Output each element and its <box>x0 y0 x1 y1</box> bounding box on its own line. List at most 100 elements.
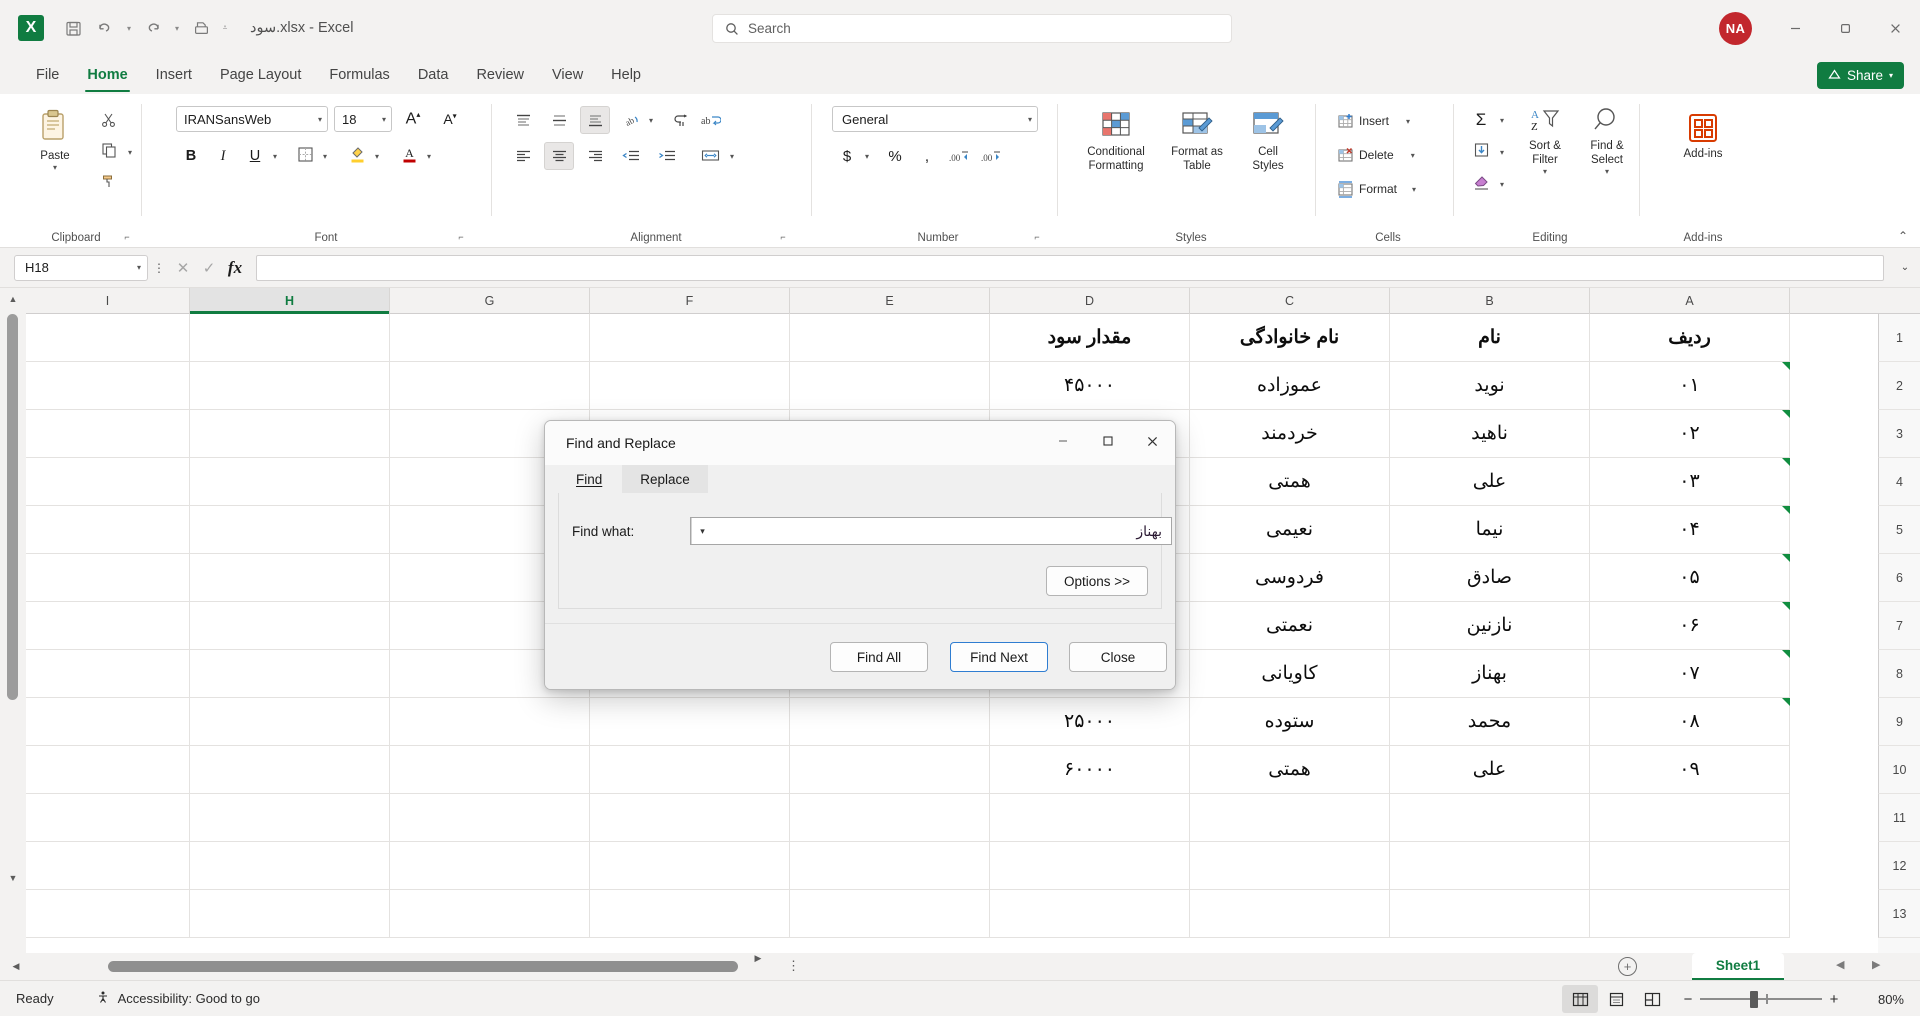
paste-button[interactable]: Paste ▾ <box>24 108 86 173</box>
merge-caret-icon[interactable]: ▾ <box>724 142 740 170</box>
page-layout-view-icon[interactable] <box>1598 985 1634 1013</box>
font-size-select[interactable]: 18 ▾ <box>334 106 392 132</box>
cell-I11[interactable] <box>26 794 190 842</box>
cell-G10[interactable] <box>390 746 590 794</box>
underline-button[interactable]: U <box>240 142 270 170</box>
row-header-8[interactable]: 8 <box>1878 650 1920 698</box>
cell-H13[interactable] <box>190 890 390 938</box>
row-header-12[interactable]: 12 <box>1878 842 1920 890</box>
sheet-tab-sheet1[interactable]: Sheet1 <box>1692 953 1784 980</box>
cell-H9[interactable] <box>190 698 390 746</box>
restore-icon[interactable] <box>1820 9 1870 47</box>
orientation-button[interactable]: ab <box>616 106 646 134</box>
cell-D1[interactable]: مقدار سود <box>990 314 1190 362</box>
column-header-h[interactable]: H <box>190 288 390 314</box>
font-dialog-launcher[interactable]: ⌐ <box>454 230 468 244</box>
column-header-d[interactable]: D <box>990 288 1190 314</box>
cell-A2[interactable]: ۰۱ <box>1590 362 1790 410</box>
decrease-indent-button[interactable] <box>616 142 646 170</box>
copy-button[interactable] <box>94 138 124 166</box>
cell-B4[interactable]: علی <box>1390 458 1590 506</box>
row-header-11[interactable]: 11 <box>1878 794 1920 842</box>
format-as-table-button[interactable]: Format as Table <box>1162 108 1232 173</box>
cell-C11[interactable] <box>1190 794 1390 842</box>
cell-I7[interactable] <box>26 602 190 650</box>
cell-A13[interactable] <box>1590 890 1790 938</box>
maximize-icon[interactable] <box>1085 421 1130 461</box>
format-cells-button[interactable]: Format ▾ <box>1334 176 1419 202</box>
cell-H7[interactable] <box>190 602 390 650</box>
cell-G9[interactable] <box>390 698 590 746</box>
cell-B1[interactable]: نام <box>1390 314 1590 362</box>
cell-C8[interactable]: کاویانی <box>1190 650 1390 698</box>
borders-button[interactable] <box>290 142 320 170</box>
avatar[interactable]: NA <box>1719 11 1752 45</box>
zoom-out-button[interactable]: − <box>1676 991 1700 1008</box>
cell-C3[interactable]: خردمند <box>1190 410 1390 458</box>
add-sheet-button[interactable]: + <box>1618 957 1637 976</box>
cell-D9[interactable]: ۲۵۰۰۰ <box>990 698 1190 746</box>
insert-function-icon[interactable]: fx <box>222 254 248 282</box>
tab-file[interactable]: File <box>22 56 73 94</box>
cell-B11[interactable] <box>1390 794 1590 842</box>
row-header-2[interactable]: 2 <box>1878 362 1920 410</box>
cell-H1[interactable] <box>190 314 390 362</box>
row-header-1[interactable]: 1 <box>1878 314 1920 362</box>
cell-C7[interactable]: نعمتی <box>1190 602 1390 650</box>
cell-B6[interactable]: صادق <box>1390 554 1590 602</box>
cut-button[interactable] <box>94 108 124 136</box>
cell-C9[interactable]: ستوده <box>1190 698 1390 746</box>
previous-sheet-icon[interactable]: ◀ <box>1836 958 1844 971</box>
tab-replace[interactable]: Replace <box>622 465 708 493</box>
cell-E9[interactable] <box>790 698 990 746</box>
decrease-font-size-button[interactable]: A▾ <box>435 105 465 133</box>
cell-G2[interactable] <box>390 362 590 410</box>
row-header-3[interactable]: 3 <box>1878 410 1920 458</box>
cell-A1[interactable]: ردیف <box>1590 314 1790 362</box>
fill-caret-icon[interactable]: ▾ <box>1494 138 1510 166</box>
dialog-title-bar[interactable]: Find and Replace <box>545 421 1175 465</box>
column-header-g[interactable]: G <box>390 288 590 314</box>
autosum-caret-icon[interactable]: ▾ <box>1494 106 1510 134</box>
cell-B8[interactable]: بهناز <box>1390 650 1590 698</box>
redo-icon[interactable] <box>138 13 168 43</box>
cell-H3[interactable] <box>190 410 390 458</box>
column-header-i[interactable]: I <box>26 288 190 314</box>
cell-B2[interactable]: نوید <box>1390 362 1590 410</box>
autosum-button[interactable]: Σ <box>1466 106 1496 134</box>
align-middle-button[interactable] <box>544 106 574 134</box>
tab-data[interactable]: Data <box>404 56 463 94</box>
cell-F11[interactable] <box>590 794 790 842</box>
cell-H8[interactable] <box>190 650 390 698</box>
cell-I4[interactable] <box>26 458 190 506</box>
increase-font-size-button[interactable]: A▴ <box>398 105 428 133</box>
cell-C2[interactable]: عموزاده <box>1190 362 1390 410</box>
save-icon[interactable] <box>58 13 88 43</box>
clear-button[interactable] <box>1466 170 1496 198</box>
column-header-b[interactable]: B <box>1390 288 1590 314</box>
cell-A12[interactable] <box>1590 842 1790 890</box>
name-box-caret-icon[interactable]: ▾ <box>137 263 141 272</box>
borders-caret-icon[interactable]: ▾ <box>317 142 333 170</box>
cell-F13[interactable] <box>590 890 790 938</box>
align-top-button[interactable] <box>508 106 538 134</box>
cell-A5[interactable]: ۰۴ <box>1590 506 1790 554</box>
font-family-select[interactable]: IRANSansWeb ▾ <box>176 106 328 132</box>
fill-button[interactable] <box>1466 138 1496 166</box>
cell-I5[interactable] <box>26 506 190 554</box>
number-format-caret-icon[interactable]: ▾ <box>1028 115 1032 124</box>
sort-and-filter-button[interactable]: AZ Sort & Filter ▾ <box>1516 106 1574 177</box>
cell-B3[interactable]: ناهید <box>1390 410 1590 458</box>
cell-A8[interactable]: ۰۷ <box>1590 650 1790 698</box>
cell-A11[interactable] <box>1590 794 1790 842</box>
cell-H11[interactable] <box>190 794 390 842</box>
conditional-formatting-button[interactable]: Conditional Formatting <box>1074 108 1158 173</box>
tab-page-layout[interactable]: Page Layout <box>206 56 315 94</box>
cell-I6[interactable] <box>26 554 190 602</box>
cell-A6[interactable]: ۰۵ <box>1590 554 1790 602</box>
enter-icon[interactable]: ✓ <box>196 254 222 282</box>
cell-E2[interactable] <box>790 362 990 410</box>
close-icon[interactable] <box>1130 421 1175 461</box>
orientation-caret-icon[interactable]: ▾ <box>643 106 659 134</box>
right-to-left-button[interactable] <box>666 106 696 134</box>
